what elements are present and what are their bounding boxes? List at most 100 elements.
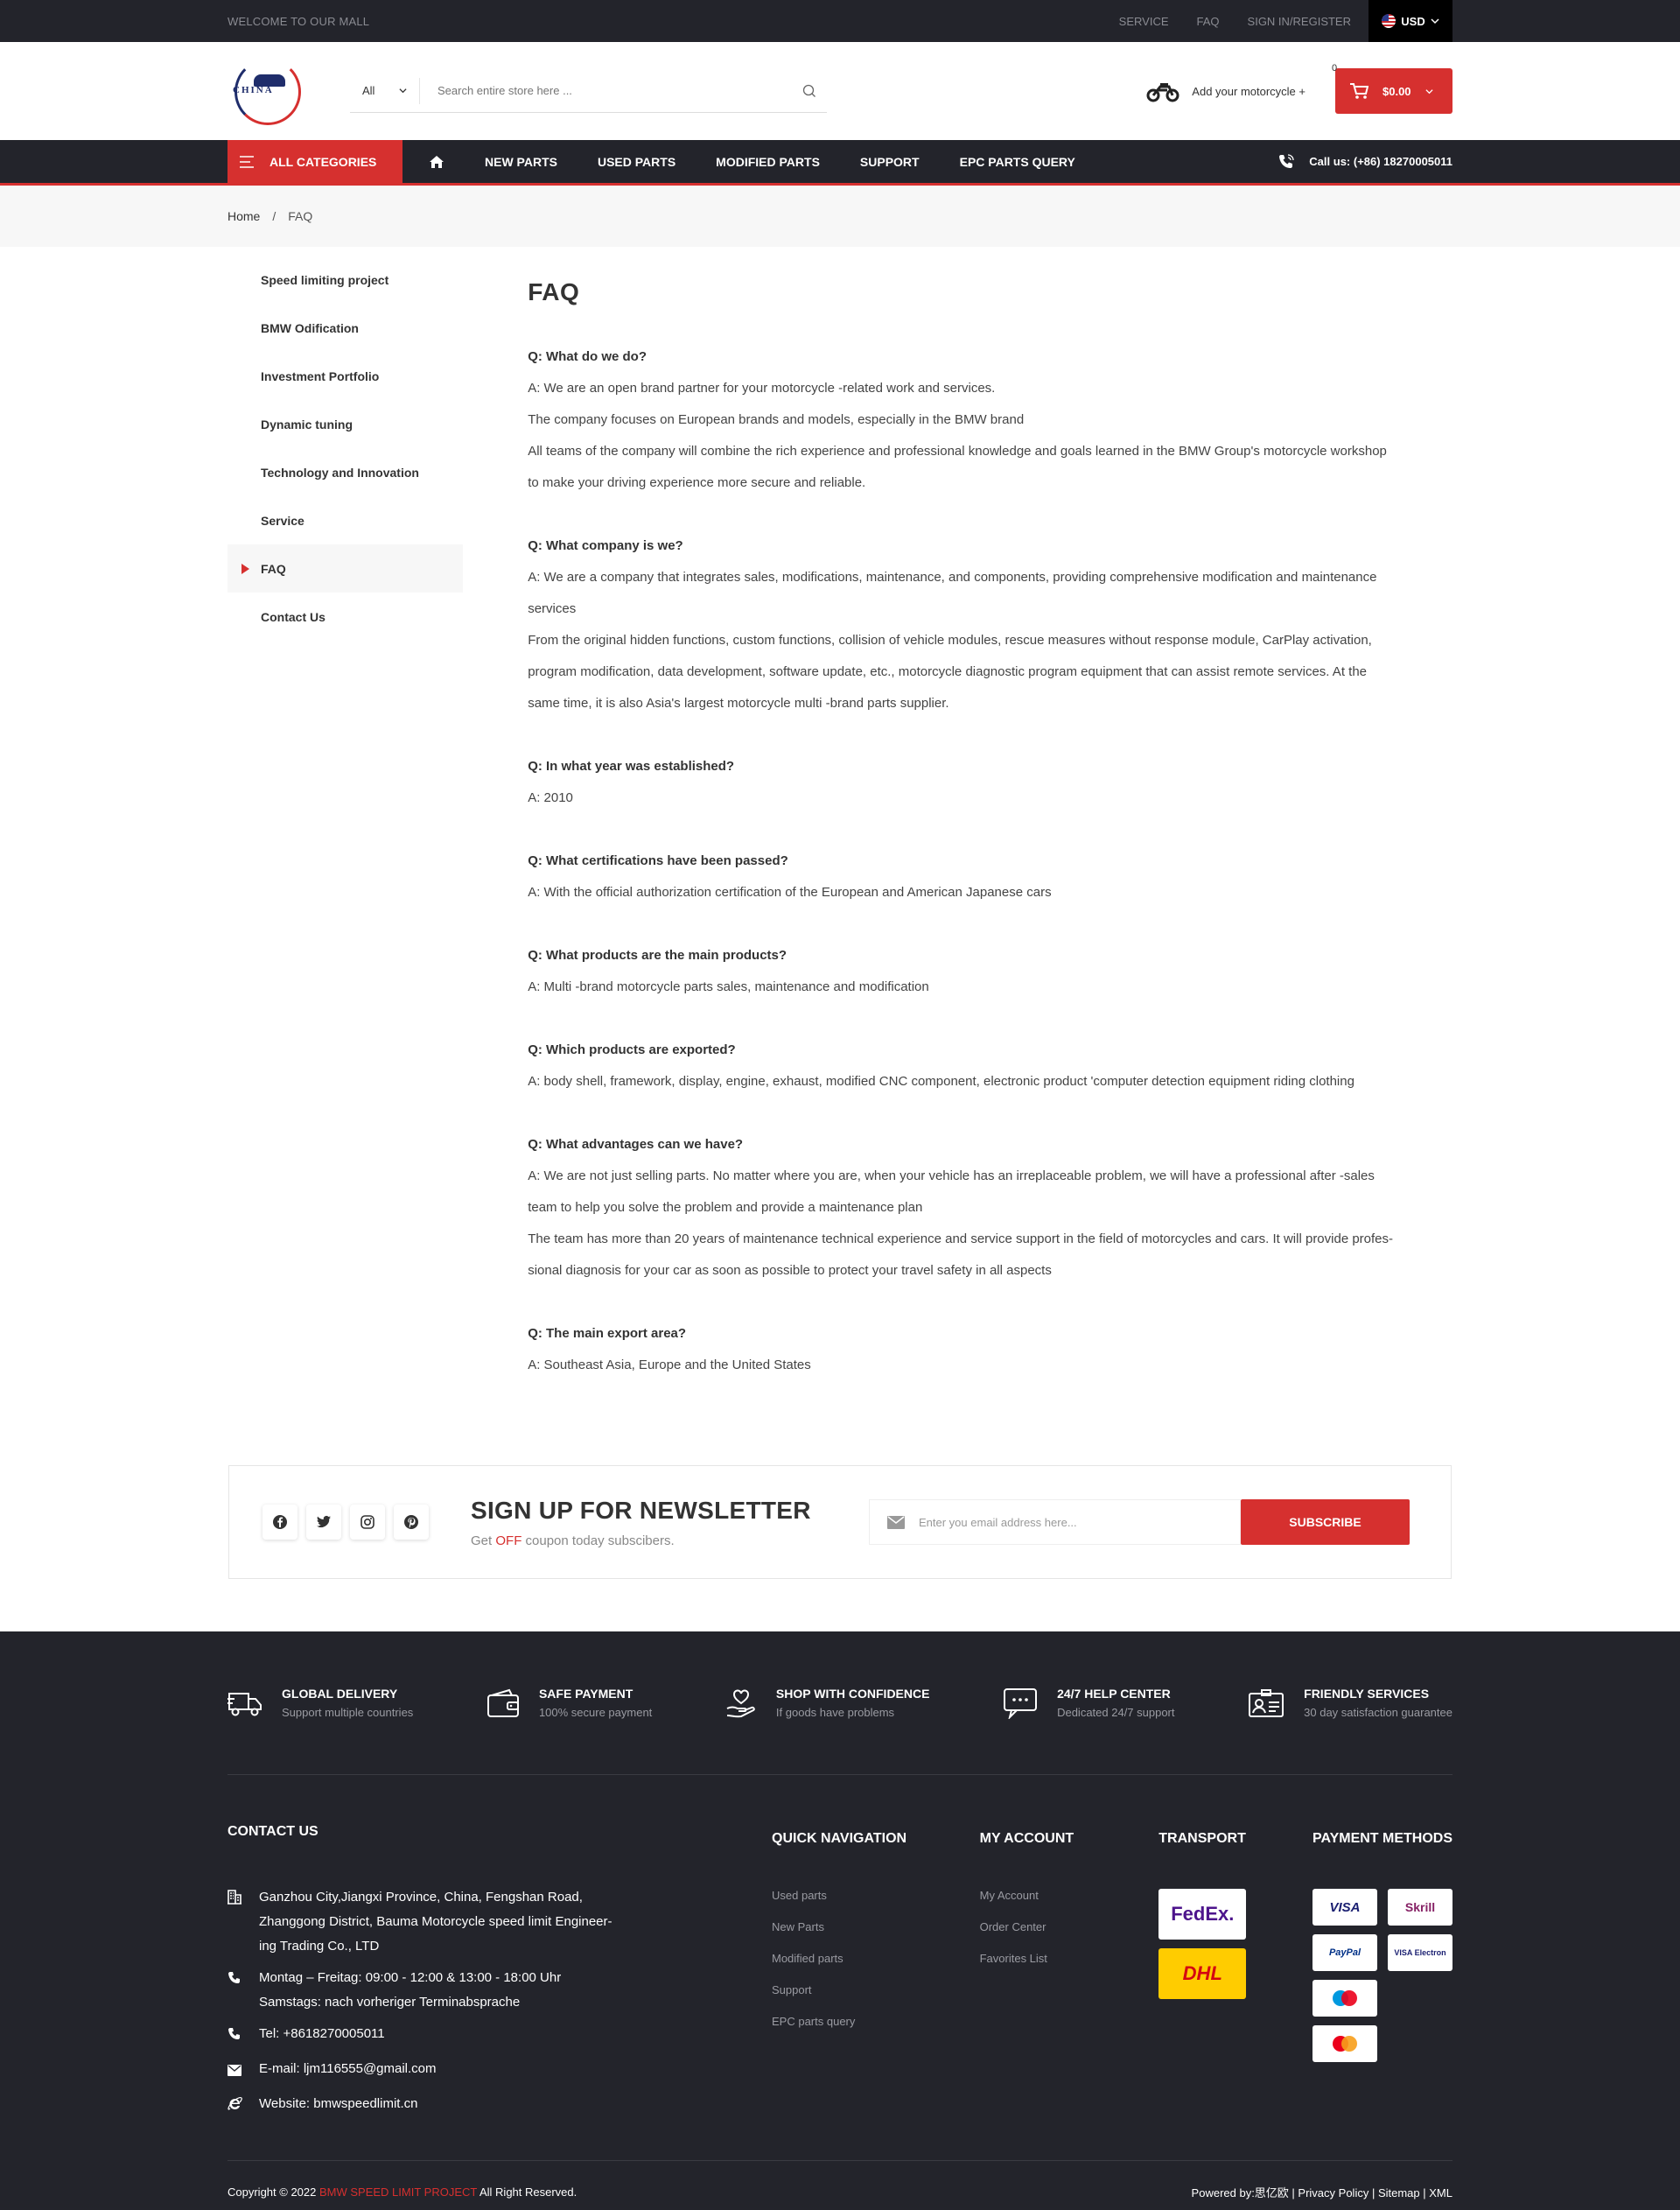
sidebar-item-service[interactable]: Service [228, 496, 463, 544]
feature-safe-payment: SAFE PAYMENT 100% secure payment [486, 1687, 652, 1719]
search-input[interactable] [420, 84, 792, 97]
faq-question: Q: Which products are exported? [528, 1042, 736, 1057]
cart-button[interactable]: 0 $0.00 [1332, 63, 1452, 114]
top-link-faq[interactable]: FAQ [1197, 15, 1220, 28]
faq-answer: A: Multi -brand motorcycle parts sales, … [528, 972, 1452, 1003]
feature-help-center: 24/7 HELP CENTER Dedicated 24/7 support [1003, 1687, 1175, 1719]
faq-answer-line: to make your driving experience more sec… [528, 475, 866, 490]
subscribe-button[interactable]: SUBSCRIBE [1241, 1499, 1410, 1545]
faq-answer: A: 2010 [528, 782, 1452, 814]
email-text[interactable]: E-mail: ljm116555@gmail.com [259, 2057, 437, 2085]
contact-title: CONTACT US [228, 1824, 318, 1839]
building-icon [228, 1885, 243, 1959]
footer-link-support[interactable]: Support [772, 1983, 980, 2015]
sidebar-item-faq[interactable]: FAQ [228, 544, 464, 593]
faq-answer: A: With the official authorization certi… [528, 877, 1452, 909]
pinterest-icon[interactable] [394, 1505, 429, 1540]
faq-item: Q: What advantages can we have? A: We are… [528, 1129, 1452, 1287]
newsletter-sub-off: OFF [495, 1533, 522, 1548]
feature-global-delivery: GLOBAL DELIVERY Support multiple countrie… [228, 1687, 413, 1719]
footer-link-used-parts[interactable]: Used parts [772, 1889, 980, 1920]
faq-answer-line: A: body shell, framework, display, engin… [528, 1074, 1354, 1089]
all-categories-button[interactable]: ALL CATEGORIES [228, 140, 402, 183]
nav-support[interactable]: SUPPORT [860, 155, 920, 169]
home-icon[interactable] [429, 155, 444, 169]
faq-item: Q: What do we do? A: We are an open brand… [528, 341, 1452, 499]
nav-modified-parts[interactable]: MODIFIED PARTS [716, 155, 820, 169]
contact-us: CONTACT US Ganzhou City,Jiangxi Province… [228, 1824, 772, 2160]
add-motorcycle[interactable]: Add your motorcycle + [1146, 80, 1306, 102]
footer-link-my-account[interactable]: My Account [980, 1889, 1159, 1920]
logo[interactable]: CHINA [228, 55, 306, 127]
hand-heart-icon [726, 1689, 755, 1717]
website-text[interactable]: Website: bmwspeedlimit.cn [259, 2092, 417, 2120]
instagram-icon[interactable] [350, 1505, 385, 1540]
add-motorcycle-label: Add your motorcycle + [1192, 84, 1306, 98]
sitemap-link[interactable]: Sitemap [1378, 2186, 1420, 2199]
powered-by[interactable]: Powered by:思亿欧 [1192, 2186, 1289, 2199]
faq-answer-line: All teams of the company will combine th… [528, 444, 1387, 459]
id-card-icon [1249, 1688, 1284, 1717]
twitter-icon[interactable] [306, 1505, 341, 1540]
sidebar-item-bmw-odification[interactable]: BMW Odification [228, 304, 463, 352]
copyright-brand[interactable]: BMW SPEED LIMIT PROJECT [319, 2185, 477, 2199]
faq-answer-line: A: 2010 [528, 790, 573, 805]
privacy-policy-link[interactable]: Privacy Policy [1298, 2186, 1368, 2199]
feature-title: FRIENDLY SERVICES [1304, 1687, 1430, 1701]
contact-tel: Tel: +8618270005011 [228, 2022, 772, 2050]
xml-link[interactable]: XML [1429, 2186, 1452, 2199]
faq-main: FAQ Q: What do we do? A: We are an open b… [528, 256, 1452, 1413]
feature-shop-confidence: SHOP WITH CONFIDENCE If goods have proble… [725, 1687, 929, 1719]
faq-question: Q: What products are the main products? [528, 948, 788, 963]
newsletter-email-input[interactable]: Enter you email address here... [869, 1499, 1241, 1545]
newsletter: SIGN UP FOR NEWSLETTER Get OFF coupon to… [228, 1465, 1452, 1579]
sidebar-item-contact[interactable]: Contact Us [228, 593, 463, 641]
tel-text[interactable]: Tel: +8618270005011 [259, 2022, 385, 2050]
welcome-text: WELCOME TO OUR MALL [228, 14, 370, 28]
newsletter-subtitle: Get OFF coupon today subscibers. [471, 1533, 869, 1548]
nav-epc-parts-query[interactable]: EPC PARTS QUERY [960, 155, 1075, 169]
visa-electron-text: VISA Electron [1394, 1948, 1446, 1957]
nav-new-parts[interactable]: NEW PARTS [485, 155, 557, 169]
faq-answer-line: A: With the official authorization certi… [528, 885, 1052, 900]
facebook-icon[interactable] [262, 1505, 298, 1540]
paypal-card-icon: PayPal [1312, 1934, 1377, 1971]
faq-answer-line: The team has more than 20 years of maint… [528, 1231, 1394, 1246]
newsletter-title: SIGN UP FOR NEWSLETTER [471, 1496, 811, 1524]
wallet-icon [486, 1688, 519, 1717]
cart-count: 0 [1332, 63, 1338, 74]
phone-icon [228, 1966, 243, 2015]
footer-link-new-parts[interactable]: New Parts [772, 1920, 980, 1952]
footer-columns: CONTACT US Ganzhou City,Jiangxi Province… [228, 1775, 1452, 2160]
breadcrumb-separator: / [272, 209, 276, 223]
footer-link-favorites[interactable]: Favorites List [980, 1952, 1159, 1983]
copyright-post: All Right Reserved. [477, 2185, 578, 2199]
feature-row: GLOBAL DELIVERY Support multiple countrie… [228, 1631, 1452, 1775]
footer-link-epc-query[interactable]: EPC parts query [772, 2015, 980, 2046]
sidebar-item-investment[interactable]: Investment Portfolio [228, 352, 463, 400]
currency-selector[interactable]: USD [1368, 0, 1452, 42]
sidebar-item-technology[interactable]: Technology and Innovation [228, 448, 463, 496]
my-account: MY ACCOUNT My Account Order Center Favor… [980, 1824, 1159, 2160]
sidebar: Speed limiting project BMW Odification I… [228, 256, 464, 1413]
sidebar-item-dynamic-tuning[interactable]: Dynamic tuning [228, 400, 463, 448]
feature-desc: If goods have problems [775, 1706, 895, 1719]
skrill-card-icon: Skrill [1388, 1889, 1452, 1926]
quick-navigation: QUICK NAVIGATION Used parts New Parts Mo… [772, 1824, 980, 2160]
newsletter-sub-pre: Get [471, 1533, 496, 1548]
footer-link-order-center[interactable]: Order Center [980, 1920, 1159, 1952]
faq-answer-line: A: We are a company that integrates sale… [528, 570, 1377, 585]
faq-answer-line: A: We are not just selling parts. No mat… [528, 1168, 1375, 1183]
nav-used-parts[interactable]: USED PARTS [598, 155, 676, 169]
search-icon[interactable] [792, 84, 827, 98]
top-link-signin[interactable]: SIGN IN/REGISTER [1248, 15, 1351, 28]
footer-link-modified-parts[interactable]: Modified parts [772, 1952, 980, 1983]
call-us: Call us: (+86) 18270005011 [1278, 153, 1452, 171]
skrill-text: Skrill [1404, 1900, 1436, 1914]
sidebar-item-speed-limiting[interactable]: Speed limiting project [228, 256, 463, 304]
search-category-select[interactable]: All [350, 77, 420, 104]
top-link-service[interactable]: SERVICE [1119, 15, 1169, 28]
dhl-logo: DHL [1158, 1948, 1247, 1999]
breadcrumb-home[interactable]: Home [228, 209, 260, 223]
contact-email: E-mail: ljm116555@gmail.com [228, 2057, 772, 2085]
